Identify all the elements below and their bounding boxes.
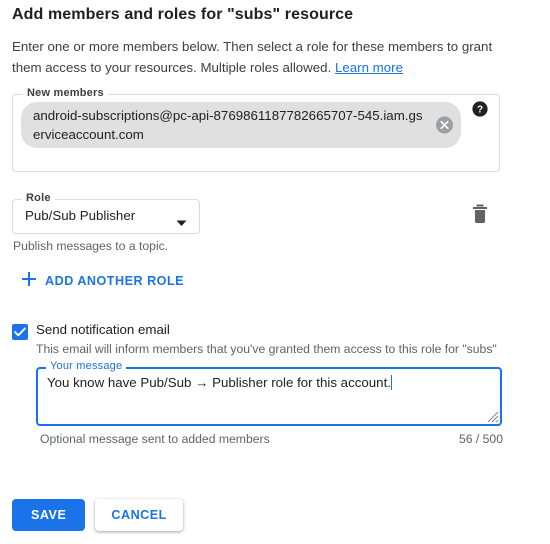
text-caret <box>390 375 392 390</box>
trash-icon[interactable] <box>470 203 490 225</box>
resize-handle[interactable] <box>485 409 499 423</box>
page-title: Add members and roles for "subs" resourc… <box>12 6 354 23</box>
chevron-down-icon[interactable] <box>176 214 187 232</box>
cancel-button[interactable]: CANCEL <box>95 499 183 531</box>
description-text: Enter one or more members below. Then se… <box>12 39 493 75</box>
learn-more-link[interactable]: Learn more <box>335 60 403 75</box>
role-select[interactable]: Role Pub/Sub Publisher <box>12 192 200 234</box>
help-circle-icon[interactable]: ? <box>472 101 488 117</box>
new-members-field[interactable]: New members android-subscriptions@pc-api… <box>12 87 500 172</box>
add-members-roles-dialog: Add members and roles for "subs" resourc… <box>0 0 550 544</box>
dialog-description: Enter one or more members below. Then se… <box>12 36 512 78</box>
dialog-actions: SAVE CANCEL <box>12 499 183 531</box>
member-chip[interactable]: android-subscriptions@pc-api-87698611877… <box>21 102 461 148</box>
role-label: Role <box>22 192 55 204</box>
message-text: You know have Pub/Sub → Publisher role f… <box>47 375 391 390</box>
send-notification-description: This email will inform members that you'… <box>36 342 497 356</box>
message-label: Your message <box>46 360 127 372</box>
role-selected-value: Pub/Sub Publisher <box>25 208 136 223</box>
svg-text:?: ? <box>477 105 483 116</box>
role-description: Publish messages to a topic. <box>13 239 169 253</box>
message-help-text: Optional message sent to added members <box>40 432 270 446</box>
send-notification-label: Send notification email <box>36 322 170 337</box>
close-circle-icon[interactable] <box>436 116 453 134</box>
save-button[interactable]: SAVE <box>12 499 86 531</box>
send-notification-checkbox[interactable] <box>12 324 28 340</box>
message-value: You know have Pub/Sub → Publisher role f… <box>47 374 491 392</box>
character-counter: 56 / 500 <box>458 432 503 446</box>
add-another-role-label: ADD ANOTHER ROLE <box>45 273 185 288</box>
plus-icon <box>22 272 36 289</box>
member-chip-text: android-subscriptions@pc-api-87698611877… <box>33 108 423 142</box>
message-textarea[interactable]: Your message You know have Pub/Sub → Pub… <box>36 360 502 426</box>
add-another-role-button[interactable]: ADD ANOTHER ROLE <box>22 272 184 289</box>
new-members-label: New members <box>23 87 108 99</box>
